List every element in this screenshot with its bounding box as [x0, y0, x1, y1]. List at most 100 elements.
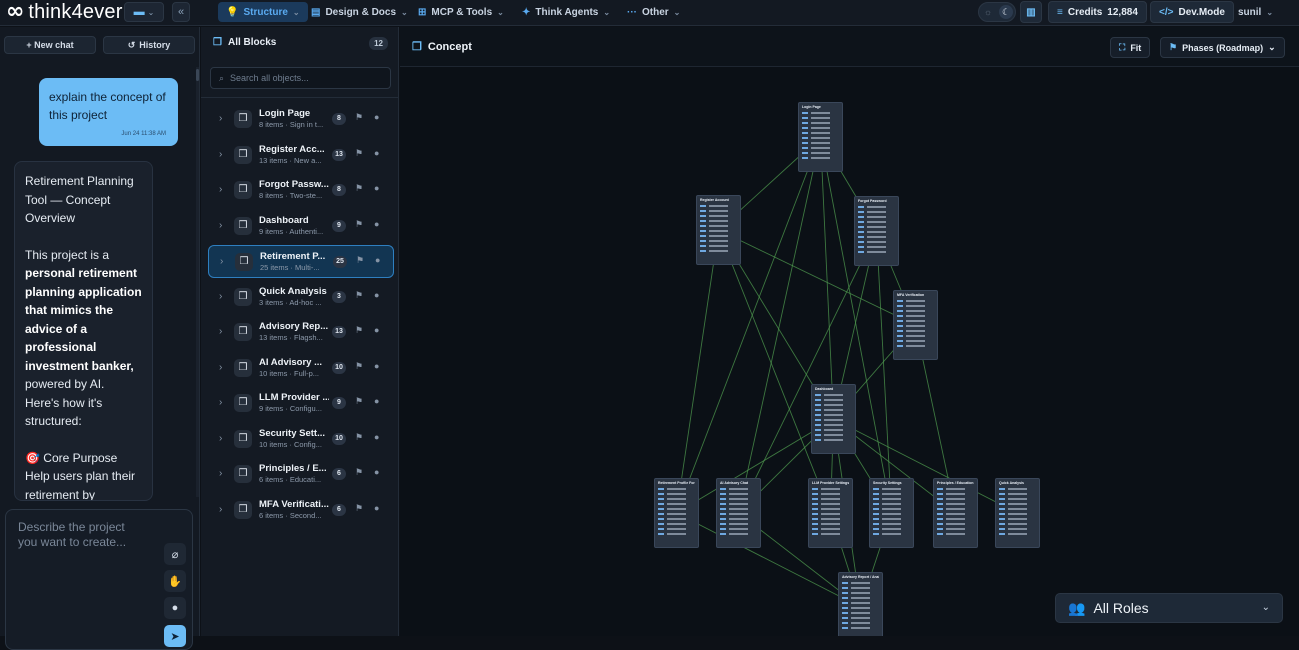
- history-icon: ↺: [127, 39, 136, 50]
- folder-dropdown-button[interactable]: ▬ ⌄: [124, 2, 164, 22]
- new-chat-button[interactable]: + New chat: [4, 36, 96, 54]
- flag-icon[interactable]: ⚑: [355, 432, 363, 443]
- block-item[interactable]: › ❒ Dashboard 9 items · Authenti... 9 ⚑ ●: [208, 210, 394, 243]
- tools-button[interactable]: ✋: [164, 570, 186, 592]
- node-field-line: [658, 508, 695, 510]
- comment-icon[interactable]: ●: [374, 432, 379, 442]
- block-item[interactable]: › ❒ Register Acc... 13 items · New a... 13 ⚑ ●: [208, 139, 394, 172]
- comment-icon[interactable]: ●: [374, 112, 379, 122]
- concept-node[interactable]: Dashboard: [811, 384, 856, 454]
- menu-other[interactable]: ··· Other ⌄: [619, 2, 688, 22]
- chevron-right-icon[interactable]: ›: [219, 184, 222, 195]
- chevron-right-icon[interactable]: ›: [219, 149, 222, 160]
- block-item[interactable]: › ❒ Login Page 8 items · Sign in t... 8 ⚑ ●: [208, 103, 394, 136]
- app-logo[interactable]: ∞ think4ever: [6, 1, 123, 23]
- chevron-right-icon[interactable]: ›: [219, 220, 222, 231]
- concept-node[interactable]: AI Advisory Chat: [716, 478, 761, 548]
- chevron-down-icon: ⌄: [147, 7, 155, 17]
- flag-icon[interactable]: ⚑: [355, 148, 363, 159]
- concept-node[interactable]: MFA Verification: [893, 290, 938, 360]
- chevron-right-icon[interactable]: ›: [219, 397, 222, 408]
- comment-icon[interactable]: ●: [374, 183, 379, 193]
- comment-icon[interactable]: ●: [374, 290, 379, 300]
- menu-think-agents[interactable]: ✦ Think Agents ⌄: [514, 2, 618, 22]
- docs-button[interactable]: ▥: [1020, 1, 1042, 23]
- concept-graph[interactable]: Login Page Register Account Forgot Passwor…: [400, 68, 1299, 636]
- menu-think-agents-label: Think Agents: [535, 6, 599, 18]
- chevron-down-icon: ⌄: [1266, 7, 1274, 17]
- comment-icon[interactable]: ●: [375, 255, 380, 265]
- comment-icon[interactable]: ●: [374, 503, 379, 513]
- flag-icon[interactable]: ⚑: [355, 325, 363, 336]
- credits-badge[interactable]: ≡ Credits 12,884: [1048, 1, 1147, 23]
- node-field-line: [815, 414, 852, 416]
- concept-node[interactable]: Login Page: [798, 102, 843, 172]
- flag-icon[interactable]: ⚑: [355, 183, 363, 194]
- chat-scrollbar[interactable]: [196, 67, 199, 497]
- node-field-line: [858, 251, 895, 253]
- flag-icon[interactable]: ⚑: [355, 112, 363, 123]
- flag-icon[interactable]: ⚑: [356, 255, 364, 266]
- node-field-line: [897, 325, 934, 327]
- composer-placeholder[interactable]: Describe the project you want to create.…: [18, 520, 138, 550]
- menu-design-docs[interactable]: ▤ Design & Docs ⌄: [303, 2, 416, 22]
- block-item[interactable]: › ❒ Advisory Rep... 13 items · Flagsh... 13 ⚑…: [208, 316, 394, 349]
- fit-button[interactable]: ⛶ Fit: [1110, 37, 1151, 58]
- block-item[interactable]: › ❒ MFA Verificati... 6 items · Second... 6 ⚑…: [208, 494, 394, 527]
- block-item[interactable]: › ❒ Principles / E... 6 items · Educati... 6…: [208, 458, 394, 491]
- block-item[interactable]: › ❒ LLM Provider ... 9 items · Configu... 9 ⚑…: [208, 387, 394, 420]
- moon-icon: ☾: [999, 5, 1013, 19]
- sun-icon: ☼: [983, 7, 993, 17]
- comment-icon[interactable]: ●: [374, 396, 379, 406]
- concept-canvas[interactable]: ❒ Concept ⛶ Fit ⚑ Phases (Roadmap) ⌄ Log…: [400, 27, 1299, 636]
- chevron-right-icon[interactable]: ›: [219, 113, 222, 124]
- comment-icon[interactable]: ●: [374, 148, 379, 158]
- menu-structure[interactable]: 💡 Structure ⌄: [218, 2, 308, 22]
- flag-icon[interactable]: ⚑: [355, 219, 363, 230]
- concept-node[interactable]: Security Settings: [869, 478, 914, 548]
- chevron-right-icon[interactable]: ›: [219, 468, 222, 479]
- concept-node[interactable]: Forgot Password: [854, 196, 899, 266]
- block-item[interactable]: › ❒ AI Advisory ... 10 items · Full-p... 10 ⚑…: [208, 352, 394, 385]
- concept-node[interactable]: Advisory Report / Analysis: [838, 572, 883, 636]
- collapse-sidebar-button[interactable]: «: [172, 2, 190, 22]
- chevron-right-icon[interactable]: ›: [219, 504, 222, 515]
- node-field-line: [858, 241, 895, 243]
- block-item[interactable]: › ❒ Quick Analysis 3 items · Ad-hoc ... 3 ⚑ ●: [208, 281, 394, 314]
- concept-node[interactable]: Retirement Profile Form: [654, 478, 699, 548]
- search-input[interactable]: ⌕ Search all objects...: [210, 67, 391, 89]
- flag-icon[interactable]: ⚑: [355, 467, 363, 478]
- comment-icon[interactable]: ●: [374, 325, 379, 335]
- flag-icon[interactable]: ⚑: [355, 396, 363, 407]
- chevron-right-icon[interactable]: ›: [219, 291, 222, 302]
- block-item[interactable]: › ❒ Security Sett... 10 items · Config... 10…: [208, 423, 394, 456]
- concept-node[interactable]: Quick Analysis: [995, 478, 1040, 548]
- chevron-right-icon[interactable]: ›: [219, 362, 222, 373]
- chevron-right-icon[interactable]: ›: [220, 256, 223, 267]
- flag-icon[interactable]: ⚑: [355, 503, 363, 514]
- user-menu[interactable]: sunil ⌄: [1234, 2, 1277, 22]
- comment-icon[interactable]: ●: [374, 467, 379, 477]
- chevron-right-icon[interactable]: ›: [219, 433, 222, 444]
- microphone-button[interactable]: ●: [164, 597, 186, 619]
- roles-dropdown[interactable]: 👥 All Roles ⌄: [1055, 593, 1283, 623]
- theme-toggle[interactable]: ☼ ☾: [978, 2, 1016, 22]
- concept-node[interactable]: Principles / Education: [933, 478, 978, 548]
- block-item[interactable]: › ❒ Retirement P... 25 items · Multi-... 25 ⚑…: [208, 245, 394, 278]
- flag-icon[interactable]: ⚑: [355, 290, 363, 301]
- concept-node[interactable]: Register Account: [696, 195, 741, 265]
- block-item[interactable]: › ❒ Forgot Passw... 8 items · Two-ste... 8 ⚑ ●: [208, 174, 394, 207]
- node-field-line: [937, 508, 974, 510]
- flag-icon[interactable]: ⚑: [355, 361, 363, 372]
- menu-mcp-tools[interactable]: ⊞ MCP & Tools ⌄: [410, 2, 512, 22]
- concept-node[interactable]: LLM Provider Settings: [808, 478, 853, 548]
- comment-icon[interactable]: ●: [374, 219, 379, 229]
- phases-dropdown[interactable]: ⚑ Phases (Roadmap) ⌄: [1160, 37, 1285, 58]
- devmode-button[interactable]: </> Dev.Mode: [1150, 1, 1234, 23]
- send-button[interactable]: ➤: [164, 625, 186, 647]
- comment-icon[interactable]: ●: [374, 361, 379, 371]
- chat-composer[interactable]: Describe the project you want to create.…: [5, 509, 193, 650]
- history-button[interactable]: ↺ History: [103, 36, 195, 54]
- attach-button[interactable]: ⌀: [164, 543, 186, 565]
- chevron-right-icon[interactable]: ›: [219, 326, 222, 337]
